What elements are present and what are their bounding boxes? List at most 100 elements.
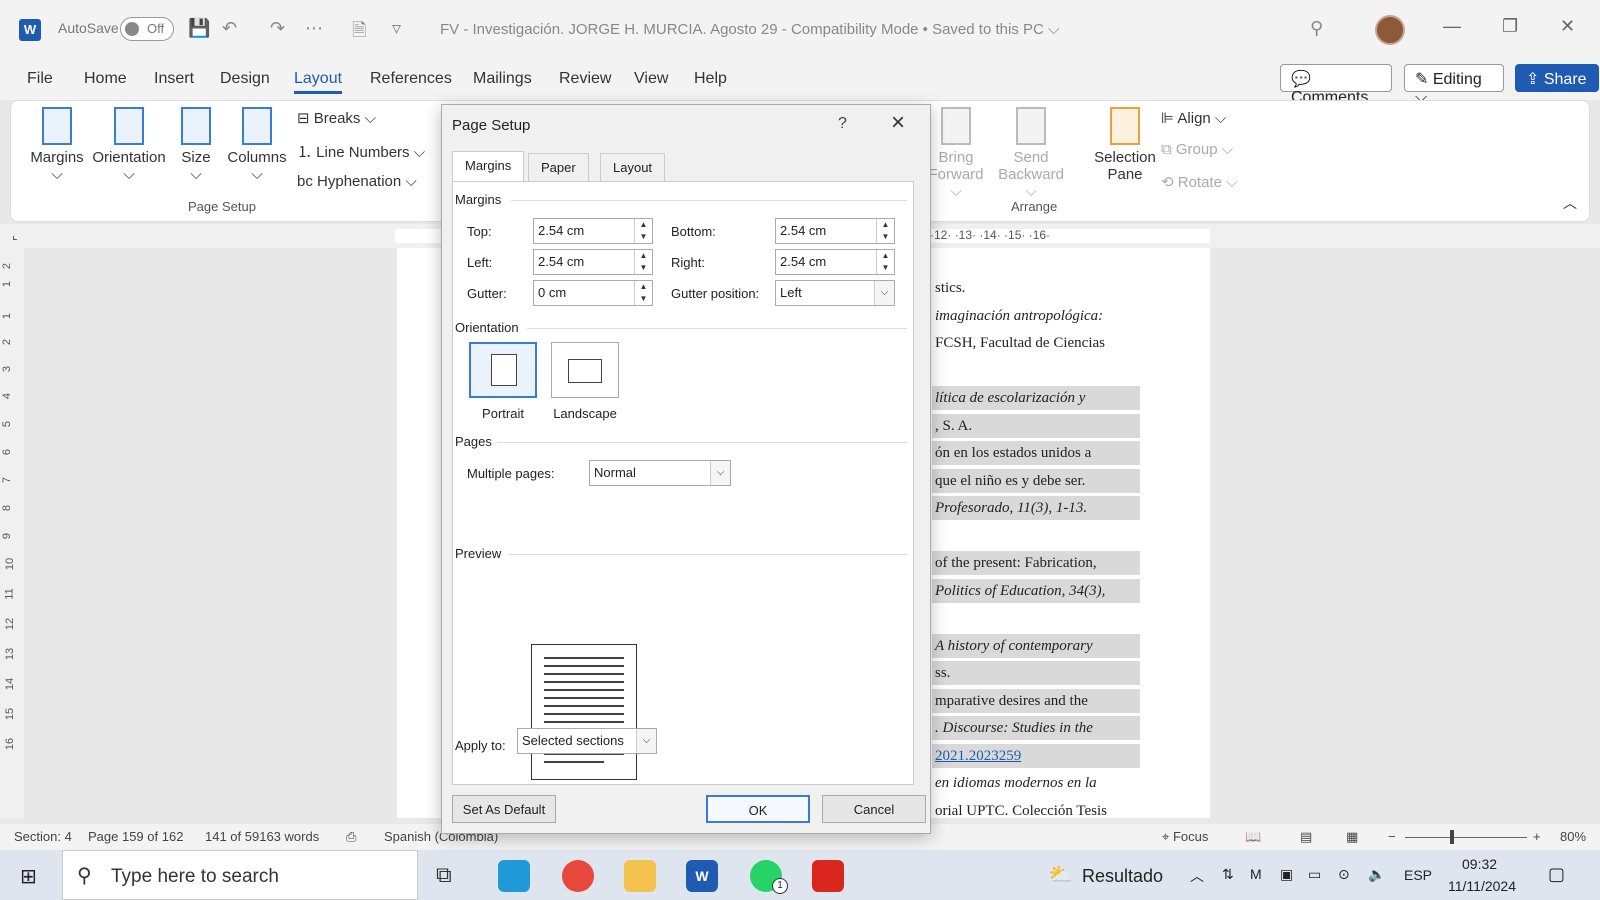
breaks-button[interactable]: ⊟ Breaks ⌵ (297, 109, 376, 127)
word-count[interactable]: 141 of 59163 words (205, 829, 319, 844)
weather-icon[interactable]: ⛅ (1048, 862, 1073, 887)
columns-button[interactable]: Columns ⌵ (225, 107, 289, 183)
clock-time[interactable]: 09:32 (1462, 856, 1497, 872)
collapse-ribbon-icon[interactable]: ︿ (1563, 193, 1577, 213)
draw-table-icon[interactable]: ⋯ (305, 18, 323, 39)
editing-button[interactable]: ✎ Editing ⌵ (1404, 64, 1504, 106)
search-icon[interactable]: ⚲ (1310, 18, 1323, 39)
tab-margins[interactable]: Margins (452, 151, 525, 181)
print-layout-icon[interactable]: ▤ (1300, 829, 1312, 845)
focus-button[interactable]: ⌖ Focus (1162, 829, 1208, 845)
document-text-line[interactable]: en idiomas modernos en la (932, 771, 1140, 795)
input-language[interactable]: ESP (1404, 867, 1432, 883)
document-text-line[interactable]: . Discourse: Studies in the (932, 716, 1140, 740)
undo-icon[interactable]: ↶ (222, 18, 237, 39)
zoom-slider-thumb[interactable] (1450, 830, 1454, 844)
document-text-line[interactable]: Profesorado, 11(3), 1-13. (932, 496, 1140, 520)
tray-overflow-icon[interactable]: ︿ (1190, 866, 1204, 886)
close-window-icon[interactable]: ✕ (1560, 16, 1575, 37)
customize-qat-icon[interactable]: ▿ (392, 18, 401, 39)
document-text-line[interactable]: stics. (932, 276, 1140, 300)
document-text-line[interactable] (932, 606, 1140, 630)
document-text-line[interactable]: , S. A. (932, 413, 1140, 438)
document-text-line[interactable]: ón en los estados unidos a (932, 441, 1140, 465)
word-taskbar-icon[interactable]: W (686, 860, 718, 892)
tab-mailings[interactable]: Mailings (473, 70, 532, 88)
landscape-option[interactable] (551, 342, 619, 398)
document-text-line[interactable]: que el niño es y debe ser. (932, 468, 1140, 493)
tab-home[interactable]: Home (84, 70, 127, 88)
weather-label[interactable]: Resultado (1082, 866, 1163, 887)
portrait-label[interactable]: Portrait (469, 406, 537, 421)
help-icon[interactable]: ? (838, 115, 847, 133)
restore-icon[interactable]: ❐ (1502, 16, 1518, 37)
minimize-icon[interactable]: — (1443, 16, 1461, 37)
file-explorer-icon[interactable] (624, 860, 656, 892)
clock-date[interactable]: 11/11/2024 (1448, 878, 1516, 894)
document-text-line[interactable]: imaginación antropológica: (932, 304, 1140, 328)
acrobat-icon[interactable] (812, 860, 844, 892)
document-text-line[interactable] (932, 524, 1140, 548)
edge-icon[interactable] (498, 860, 530, 892)
multiple-pages-select[interactable]: Normal ⌵ (589, 460, 731, 486)
left-margin-input[interactable]: 2.54 cm ▲ ▼ (533, 249, 653, 275)
print-preview-icon[interactable]: 🗎 (352, 18, 366, 48)
document-text-line[interactable]: A history of contemporary (932, 633, 1140, 658)
line-numbers-button[interactable]: ⒈ Line Numbers ⌵ (297, 141, 425, 162)
section-indicator[interactable]: Section: 4 (14, 829, 72, 844)
spin-arrows-icon[interactable]: ▲ ▼ (876, 250, 894, 274)
spin-arrows-icon[interactable]: ▲ ▼ (876, 219, 894, 243)
send-backward-button[interactable]: Send Backward ⌵ (996, 107, 1066, 200)
spin-arrows-icon[interactable]: ▲ ▼ (634, 219, 652, 243)
taskbar-search-input[interactable]: ⚲ Type here to search (62, 850, 418, 900)
gutter-position-select[interactable]: Left ⌵ (775, 280, 895, 306)
tab-layout-dialog[interactable]: Layout (600, 153, 666, 181)
document-text-line[interactable]: orial UPTC. Colección Tesis (932, 799, 1140, 823)
ok-button[interactable]: OK (706, 795, 810, 823)
comments-button[interactable]: 💬 Comments (1280, 64, 1392, 106)
autosave-toggle[interactable]: Off (120, 17, 174, 41)
rotate-button[interactable]: ⟲ Rotate ⌵ (1161, 173, 1238, 191)
top-margin-input[interactable]: 2.54 cm ▲ ▼ (533, 218, 653, 244)
landscape-label[interactable]: Landscape (547, 406, 623, 421)
right-margin-input[interactable]: 2.54 cm ▲ ▼ (775, 249, 895, 275)
tray-camera-icon[interactable]: ▣ (1280, 866, 1293, 883)
align-button[interactable]: ⊫ Align ⌵ (1161, 109, 1226, 127)
document-text-line[interactable]: Politics of Education, 34(3), (932, 578, 1140, 603)
close-icon[interactable]: × (891, 109, 905, 137)
document-text-line[interactable]: FCSH, Facultad de Ciencias (932, 331, 1140, 355)
tab-paper[interactable]: Paper (528, 153, 589, 181)
apply-to-select[interactable]: Selected sections ⌵ (517, 728, 657, 754)
margins-button[interactable]: Margins ⌵ (27, 107, 87, 183)
notification-icon[interactable]: ▢ (1548, 864, 1565, 885)
document-text-line[interactable]: lítica de escolarización y (932, 386, 1140, 410)
proofing-icon[interactable]: ⎙ (346, 829, 356, 845)
tab-review[interactable]: Review (559, 70, 611, 88)
tab-file[interactable]: File (27, 70, 53, 88)
chrome-icon[interactable] (562, 860, 594, 892)
tab-selector-icon[interactable]: ⌞ (12, 228, 18, 242)
size-button[interactable]: Size ⌵ (174, 107, 218, 183)
document-text-line[interactable] (932, 359, 1140, 383)
tab-design[interactable]: Design (220, 70, 270, 88)
battery-icon[interactable]: ▭ (1308, 866, 1321, 883)
document-text-line[interactable]: 2021.2023259 (932, 743, 1140, 768)
zoom-in-icon[interactable]: + (1533, 829, 1541, 844)
spin-arrows-icon[interactable]: ▲ ▼ (634, 281, 652, 305)
document-text-line[interactable]: mparative desires and the (932, 688, 1140, 713)
document-text-line[interactable]: of the present: Fabrication, (932, 551, 1140, 575)
set-as-default-button[interactable]: Set As Default (452, 795, 556, 823)
spin-arrows-icon[interactable]: ▲ ▼ (634, 250, 652, 274)
volume-icon[interactable]: 🔈 (1368, 866, 1385, 883)
document-text-line[interactable]: ss. (932, 661, 1140, 685)
bottom-margin-input[interactable]: 2.54 cm ▲ ▼ (775, 218, 895, 244)
tray-gmail-icon[interactable]: M (1250, 866, 1262, 882)
page-indicator[interactable]: Page 159 of 162 (88, 829, 183, 844)
zoom-level[interactable]: 80% (1560, 829, 1586, 844)
task-view-icon[interactable]: ⧉ (436, 862, 468, 894)
group-button[interactable]: ⧉ Group ⌵ (1161, 141, 1233, 158)
tab-layout[interactable]: Layout (294, 70, 343, 94)
document-title[interactable]: FV - Investigación. JORGE H. MURCIA. Ago… (440, 21, 1059, 38)
zoom-slider[interactable] (1405, 837, 1527, 838)
tray-network-icon[interactable]: ⇅ (1222, 866, 1234, 883)
